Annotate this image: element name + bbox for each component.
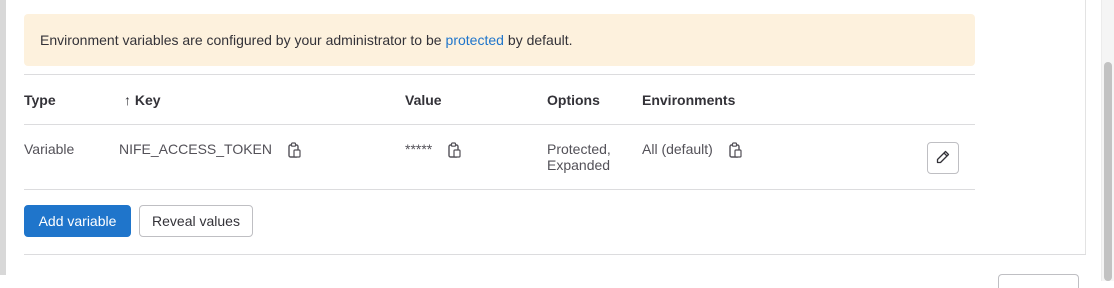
protected-link[interactable]: protected [446, 32, 504, 48]
copy-environment-icon[interactable] [729, 142, 742, 158]
variable-environment: All (default) [642, 141, 713, 157]
option-protected: Protected, [547, 141, 611, 157]
add-variable-button[interactable]: Add variable [24, 205, 131, 237]
alert-text-after: by default. [507, 32, 573, 48]
pencil-icon [936, 150, 950, 167]
header-key-label: Key [134, 92, 161, 108]
header-value: Value [405, 92, 442, 108]
copy-value-icon[interactable] [448, 142, 461, 158]
scrollbar-track[interactable] [1101, 0, 1114, 281]
reveal-values-button[interactable]: Reveal values [139, 205, 253, 237]
variable-value-cell: ***** [405, 141, 461, 158]
variable-key-cell: NIFE_ACCESS_TOKEN [119, 141, 301, 158]
section-divider [24, 254, 1086, 255]
table-header-row: Type ↑ Key Value Options Environments [24, 74, 975, 124]
content-right-divider [1085, 0, 1086, 254]
variable-options: Protected, Expanded [547, 141, 611, 173]
header-options: Options [547, 92, 600, 108]
option-expanded: Expanded [547, 157, 611, 173]
variable-type: Variable [24, 141, 75, 157]
protected-variables-alert: Environment variables are configured by … [24, 14, 975, 66]
variable-environment-cell: All (default) [642, 141, 742, 158]
alert-text-before: Environment variables are configured by … [40, 32, 442, 48]
left-edge-border [0, 0, 6, 275]
partially-visible-button[interactable] [998, 274, 1079, 288]
ci-variables-table: Type ↑ Key Value Options Environments Va… [24, 74, 975, 190]
copy-key-icon[interactable] [288, 142, 301, 158]
table-row: Variable NIFE_ACCESS_TOKEN ***** Protect… [24, 124, 975, 190]
variable-key: NIFE_ACCESS_TOKEN [119, 141, 273, 157]
edit-variable-button[interactable] [927, 142, 959, 174]
header-environments: Environments [642, 92, 736, 108]
sort-ascending-icon: ↑ [124, 92, 131, 108]
header-type: Type [24, 92, 56, 108]
scrollbar-thumb[interactable] [1104, 62, 1112, 281]
variable-value-masked: ***** [405, 141, 433, 157]
header-key-sort[interactable]: ↑ Key [124, 92, 161, 108]
